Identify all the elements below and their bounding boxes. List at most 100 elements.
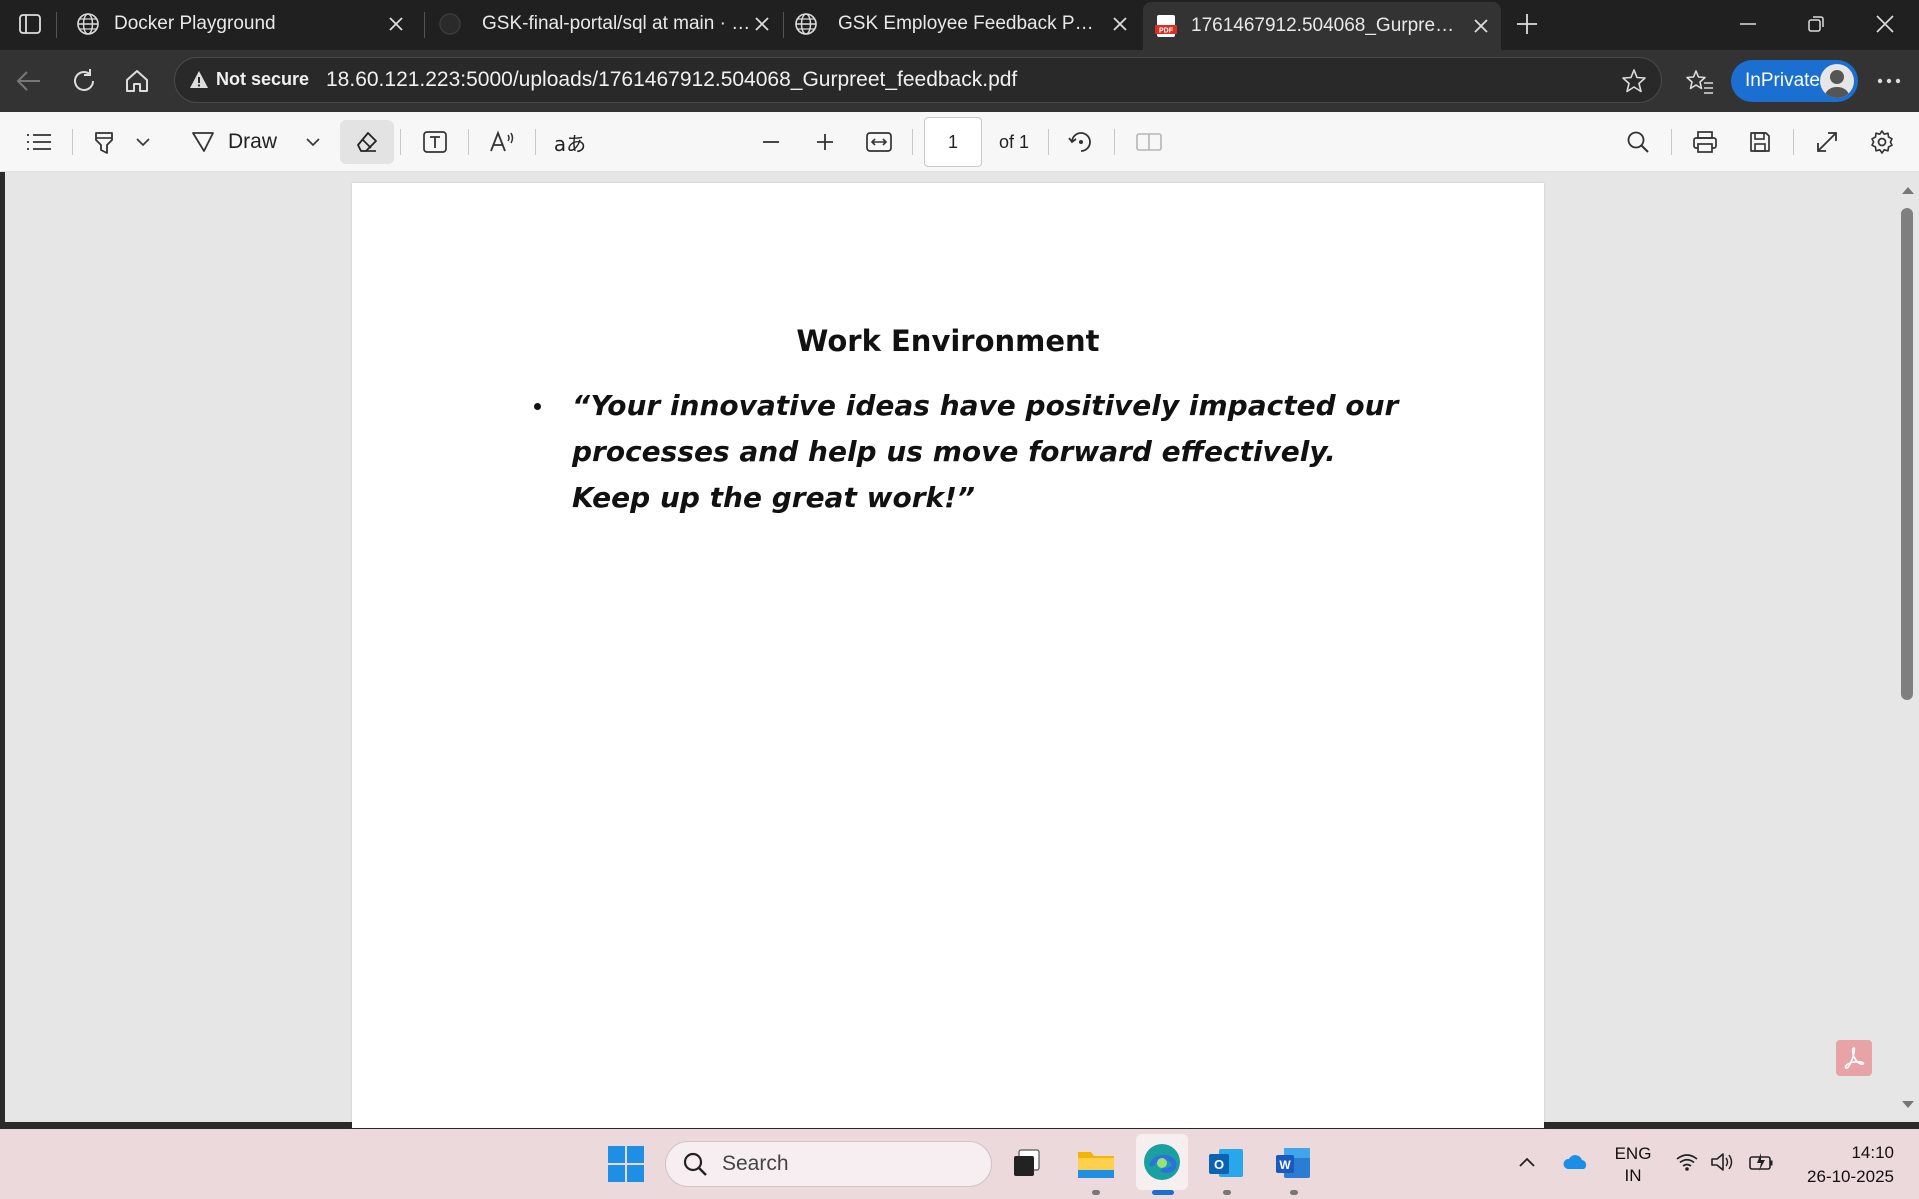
favorite-star-icon[interactable] — [1621, 68, 1647, 94]
save-icon[interactable] — [1745, 112, 1775, 172]
volume-icon[interactable] — [1710, 1151, 1734, 1173]
zoom-in-icon[interactable] — [810, 112, 840, 172]
tab-title: Docker Playground — [114, 13, 276, 34]
running-indicator — [1290, 1190, 1298, 1195]
svg-text:W: W — [1279, 1158, 1291, 1172]
word-icon[interactable]: W — [1274, 1145, 1312, 1181]
tab-title: GSK Employee Feedback Portal — [838, 13, 1098, 34]
svg-text:PDF: PDF — [1159, 28, 1174, 35]
pdf-icon: PDF — [1155, 14, 1177, 38]
scroll-down-arrow-icon[interactable] — [1901, 1100, 1915, 1110]
close-tab-icon[interactable] — [1108, 12, 1132, 36]
scrollbar-thumb[interactable] — [1901, 208, 1913, 700]
eraser-icon — [354, 129, 380, 155]
restore-icon[interactable] — [1806, 14, 1826, 34]
wifi-icon[interactable] — [1675, 1152, 1699, 1172]
acrobat-logo-icon[interactable] — [1836, 1040, 1872, 1076]
windows-start-icon[interactable] — [608, 1146, 644, 1182]
search-placeholder: Search — [722, 1152, 789, 1175]
taskbar: Search O W ENG IN 14:10 26-10-2025 — [0, 1129, 1919, 1199]
tab-github-sql[interactable]: GSK-final-portal/sql at main · kart — [432, 0, 782, 48]
translate-glyph: aあ — [553, 131, 587, 156]
edge-browser-icon[interactable] — [1136, 1134, 1188, 1190]
svg-text:O: O — [1214, 1157, 1224, 1172]
search-icon — [682, 1151, 708, 1177]
language-region: IN — [1624, 1166, 1642, 1185]
pdf-heading: Work Environment — [796, 324, 1100, 358]
draw-pen-icon — [190, 129, 216, 155]
pdf-page: Work Environment “Your innovative ideas … — [352, 183, 1544, 1128]
tab-actions-icon[interactable] — [18, 12, 42, 36]
file-explorer-icon[interactable] — [1076, 1146, 1116, 1182]
erase-button[interactable] — [340, 120, 394, 164]
avatar — [1820, 64, 1854, 98]
clock-time: 14:10 — [1851, 1143, 1894, 1162]
close-tab-icon[interactable] — [750, 12, 774, 36]
highlight-icon[interactable] — [90, 112, 118, 172]
pdf-viewer[interactable]: Work Environment “Your innovative ideas … — [5, 172, 1895, 1128]
page-number-value: 1 — [947, 131, 958, 152]
zoom-out-icon[interactable] — [756, 112, 786, 172]
address-bar-row: Not secure 18.60.121.223:5000/uploads/17… — [0, 50, 1919, 112]
settings-gear-icon[interactable] — [1867, 112, 1897, 172]
clock[interactable]: 14:10 26-10-2025 — [1790, 1141, 1894, 1189]
tab-title: GSK-final-portal/sql at main · kart — [482, 13, 752, 34]
outlook-icon[interactable]: O — [1207, 1145, 1245, 1181]
refresh-icon[interactable] — [71, 68, 97, 94]
url-box[interactable]: Not secure 18.60.121.223:5000/uploads/17… — [174, 57, 1662, 103]
close-tab-icon[interactable] — [384, 12, 408, 36]
more-options-icon[interactable] — [1877, 78, 1901, 84]
print-icon[interactable] — [1690, 112, 1720, 172]
pdf-toolbar: Draw aあ 1 of 1 — [0, 112, 1919, 172]
highlight-dropdown-chevron-icon[interactable] — [134, 112, 152, 172]
draw-label: Draw — [228, 130, 278, 153]
clock-date: 26-10-2025 — [1807, 1167, 1894, 1186]
globe-icon — [76, 12, 100, 36]
page-view-icon[interactable] — [1134, 112, 1164, 172]
warning-icon — [189, 70, 209, 90]
back-icon[interactable] — [16, 69, 42, 93]
running-indicator — [1092, 1190, 1100, 1195]
read-aloud-icon[interactable] — [488, 112, 518, 172]
tab-docker-playground[interactable]: Docker Playground — [64, 0, 416, 48]
scroll-up-arrow-icon[interactable] — [1901, 185, 1915, 195]
inprivate-label: InPrivate — [1745, 70, 1820, 91]
language-indicator[interactable]: ENG IN — [1612, 1143, 1654, 1187]
task-view-icon[interactable] — [1011, 1147, 1043, 1179]
new-tab-icon[interactable] — [1515, 12, 1539, 36]
active-indicator — [1152, 1190, 1174, 1195]
search-icon[interactable] — [1623, 112, 1653, 172]
running-indicator — [1223, 1190, 1231, 1195]
url-text[interactable]: 18.60.121.223:5000/uploads/1761467912.50… — [326, 68, 1017, 92]
github-icon — [438, 12, 462, 36]
battery-icon[interactable] — [1748, 1151, 1774, 1173]
bullet-dot — [534, 403, 541, 410]
feedback-quote: “Your innovative ideas have positively i… — [572, 389, 1399, 514]
draw-button[interactable]: Draw — [190, 112, 290, 172]
favorites-icon[interactable] — [1686, 69, 1714, 95]
close-tab-icon[interactable] — [1469, 14, 1493, 38]
rotate-icon[interactable] — [1066, 112, 1096, 172]
page-number-input[interactable]: 1 — [924, 117, 982, 167]
security-label[interactable]: Not secure — [216, 69, 309, 90]
scrollbar[interactable] — [1895, 172, 1919, 1122]
contents-icon[interactable] — [24, 112, 54, 172]
onedrive-cloud-icon[interactable] — [1562, 1153, 1590, 1171]
tab-feedback-portal[interactable]: GSK Employee Feedback Portal — [790, 0, 1140, 48]
minimize-icon[interactable] — [1738, 14, 1758, 34]
fullscreen-icon[interactable] — [1812, 112, 1842, 172]
tab-pdf-active[interactable]: PDF 1761467912.504068_Gurpreet_fee — [1143, 2, 1501, 50]
taskbar-search-box[interactable]: Search — [665, 1141, 992, 1187]
inprivate-button[interactable]: InPrivate — [1731, 60, 1858, 102]
globe-icon — [794, 12, 818, 36]
page-count-label: of 1 — [998, 131, 1030, 152]
translate-button[interactable]: aあ — [553, 112, 587, 172]
close-window-icon[interactable] — [1875, 14, 1895, 34]
add-text-icon[interactable] — [420, 112, 450, 172]
language-code: ENG — [1614, 1144, 1652, 1163]
show-hidden-icons-chevron-icon[interactable] — [1518, 1156, 1536, 1168]
draw-dropdown-chevron-icon[interactable] — [304, 112, 322, 172]
fit-width-icon[interactable] — [864, 112, 894, 172]
home-icon[interactable] — [124, 68, 150, 94]
tab-title: 1761467912.504068_Gurpreet_fee — [1191, 15, 1461, 36]
